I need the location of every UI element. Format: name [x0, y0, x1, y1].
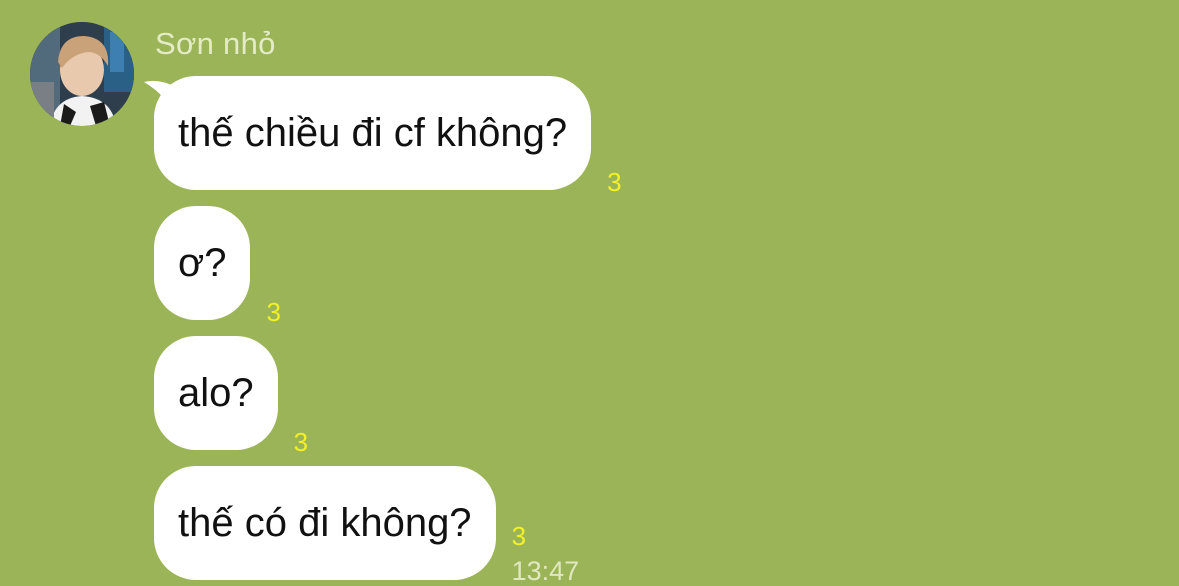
read-count: 3: [511, 521, 527, 551]
message-timestamp: 13:47: [511, 556, 580, 586]
message-meta: 3: [607, 168, 621, 196]
message-bubble[interactable]: thế chiều đi cf không?: [154, 76, 592, 190]
message-row: ơ? 3: [154, 206, 281, 326]
message-row: alo? 3: [154, 336, 308, 456]
message-text: alo?: [178, 370, 254, 415]
read-count: 3: [607, 167, 622, 197]
message-bubble[interactable]: alo?: [154, 336, 278, 450]
message-meta: 3: [266, 298, 280, 326]
sender-avatar[interactable]: [30, 22, 134, 126]
message-bubble[interactable]: thế có đi không?: [154, 466, 496, 580]
message-row: thế có đi không? 3 13:47: [154, 466, 579, 586]
read-count: 3: [293, 427, 309, 457]
message-meta: 3: [294, 428, 308, 456]
message-meta: 3 13:47: [512, 522, 580, 586]
message-bubble[interactable]: ơ?: [154, 206, 251, 320]
avatar-photo: [30, 22, 134, 126]
read-count: 3: [266, 297, 281, 327]
message-text: thế chiều đi cf không?: [178, 110, 568, 155]
message-text: ơ?: [178, 240, 227, 285]
message-text: thế có đi không?: [178, 500, 472, 545]
message-row: thế chiều đi cf không? 3: [154, 76, 622, 196]
sender-name: Sơn nhỏ: [155, 26, 276, 61]
